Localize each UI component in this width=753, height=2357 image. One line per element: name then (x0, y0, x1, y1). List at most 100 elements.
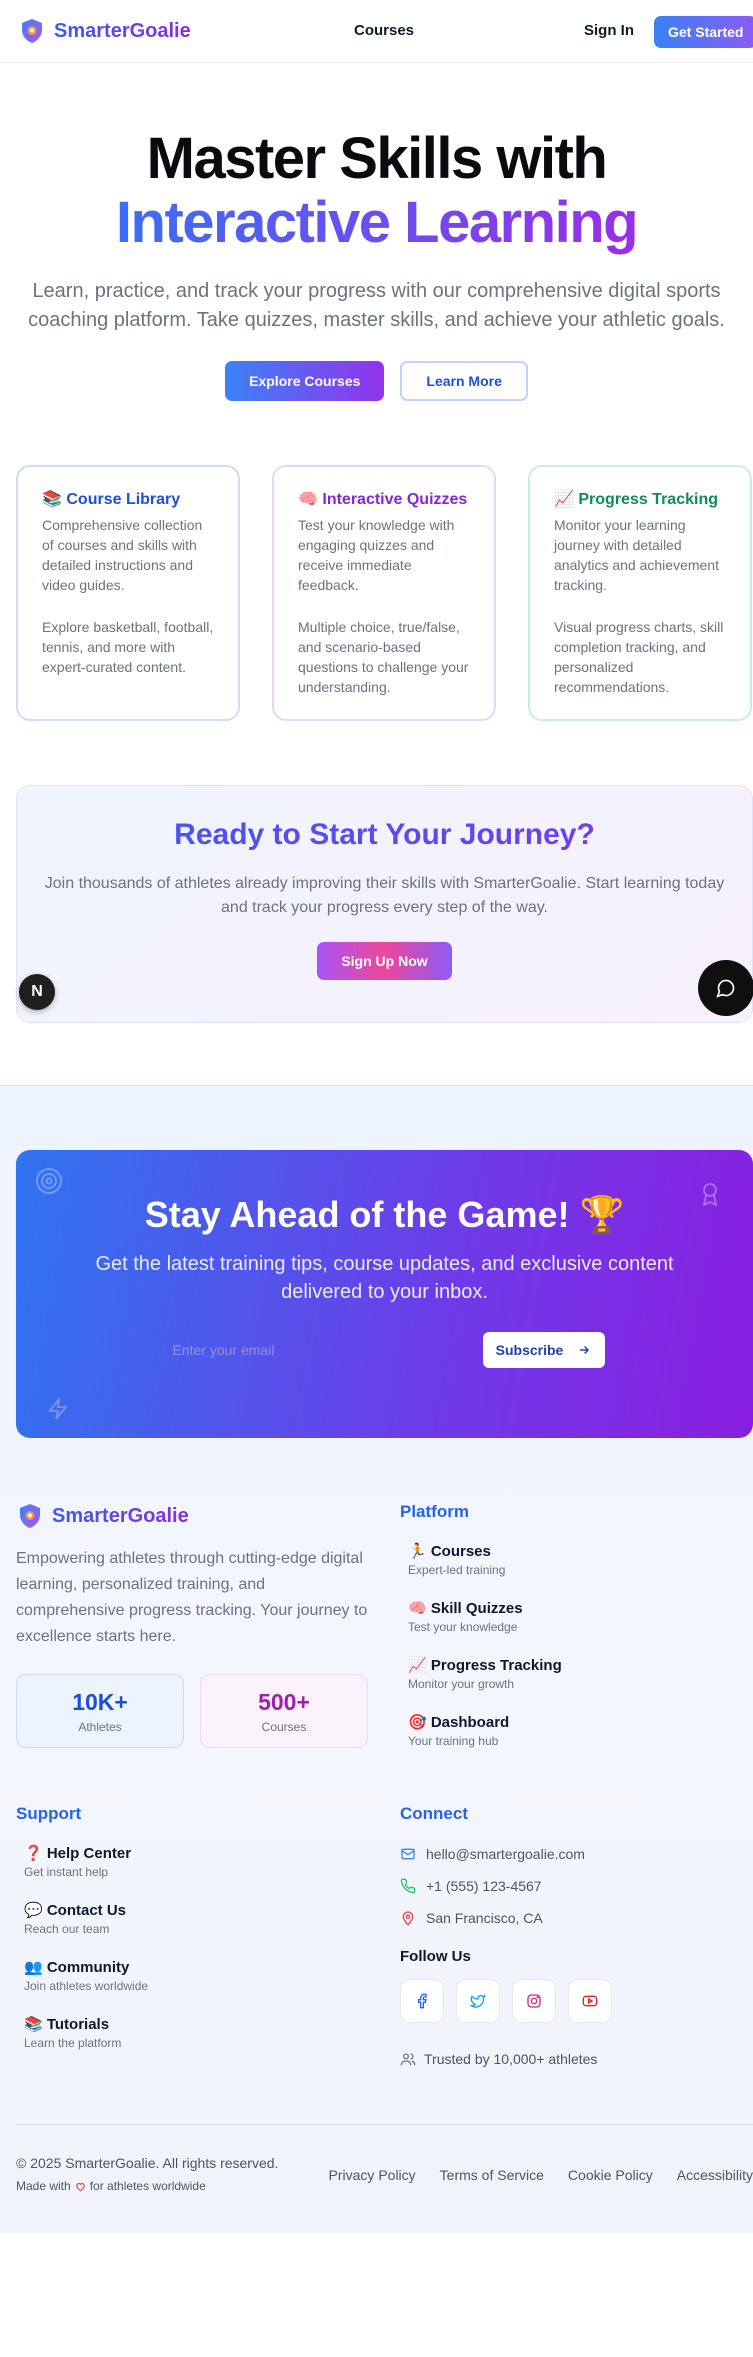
platform-title: Platform (400, 1502, 469, 1521)
phone-text: +1 (555) 123-4567 (426, 1878, 542, 1894)
subscribe-label: Subscribe (495, 1342, 564, 1358)
support-title: Support (16, 1804, 82, 1823)
newsletter-text: Get the latest training tips, course upd… (95, 1253, 674, 1303)
feature-text: Multiple choice, true/false, and scenari… (298, 619, 469, 695)
copyright-block: © 2025 SmarterGoalie. All rights reserve… (16, 2155, 278, 2193)
link-title: 💬 Contact Us (24, 1902, 127, 1919)
terms-of-service-link[interactable]: Terms of Service (440, 2167, 544, 2183)
facebook-link[interactable] (400, 1979, 444, 2023)
trusted-text: Trusted by 10,000+ athletes (424, 2051, 598, 2067)
cookie-policy-link[interactable]: Cookie Policy (568, 2167, 653, 2183)
follow-us-title: Follow Us (400, 1948, 471, 1965)
contact-email[interactable]: hello@smartergoalie.com (400, 1844, 753, 1864)
email-input[interactable] (164, 1332, 475, 1368)
footer-brand-column: SmarterGoalie Empowering athletes throug… (16, 1502, 400, 1770)
link-title: 🎯 Dashboard (408, 1714, 510, 1731)
subscribe-button[interactable]: Subscribe (482, 1332, 605, 1368)
learn-more-button[interactable]: Learn More (400, 361, 528, 401)
explore-courses-button[interactable]: Explore Courses (225, 361, 385, 401)
feature-text: Visual progress charts, skill completion… (554, 619, 724, 695)
footer-link-dashboard[interactable]: 🎯 Dashboard Your training hub (408, 1713, 753, 1748)
hero-title: Master Skills with Interactive Learning (0, 127, 753, 255)
sign-in-link[interactable]: Sign In (584, 22, 634, 39)
brand[interactable]: SmarterGoalie (18, 17, 191, 45)
connect-title: Connect (400, 1804, 468, 1823)
instagram-link[interactable] (512, 1979, 556, 2023)
link-title: 🏃 Courses (408, 1543, 491, 1560)
link-desc: Learn the platform (24, 2036, 122, 2050)
support-column: Support ❓ Help Center Get instant help 💬… (16, 1804, 400, 2072)
dev-badge[interactable]: N (19, 974, 55, 1010)
cta-text: Join thousands of athletes already impro… (44, 875, 725, 916)
footer-link-tutorials[interactable]: 📚 Tutorials Learn the platform (24, 2015, 400, 2050)
footer-description: Empowering athletes through cutting-edge… (16, 1550, 368, 1645)
twitter-icon (470, 1994, 486, 2008)
feature-text: Comprehensive collection of courses and … (42, 517, 203, 593)
stat-courses: 500+ Courses (200, 1674, 368, 1748)
feature-card-interactive-quizzes: 🧠 Interactive Quizzes Test your knowledg… (272, 465, 496, 721)
link-desc: Monitor your growth (408, 1677, 515, 1691)
footer-brand-name: SmarterGoalie (52, 1504, 189, 1527)
brand-name: SmarterGoalie (54, 19, 191, 42)
made-with-pre: Made with (16, 2179, 71, 2193)
footer-link-progress-tracking[interactable]: 📈 Progress Tracking Monitor your growth (408, 1656, 753, 1691)
footer-link-courses[interactable]: 🏃 Courses Expert-led training (408, 1542, 753, 1577)
legal-links: Privacy Policy Terms of Service Cookie P… (329, 2167, 753, 2183)
contact-location: San Francisco, CA (400, 1908, 753, 1928)
stat-label: Courses (261, 1720, 307, 1734)
twitter-link[interactable] (456, 1979, 500, 2023)
heart-icon (75, 2182, 85, 2191)
link-desc: Join athletes worldwide (24, 1979, 149, 1993)
feature-text: Explore basketball, football, tennis, an… (42, 619, 214, 675)
link-title: 👥 Community (24, 1959, 130, 1976)
chat-icon (716, 979, 735, 998)
newsletter-title: Stay Ahead of the Game! 🏆 (144, 1194, 625, 1235)
feature-card-course-library: 📚 Course Library Comprehensive collectio… (16, 465, 240, 721)
link-title: 📚 Tutorials (24, 2016, 110, 2033)
newsletter-form: Subscribe (16, 1332, 753, 1368)
stat-athletes: 10K+ Athletes (16, 1674, 184, 1748)
copyright: © 2025 SmarterGoalie. All rights reserve… (16, 2155, 279, 2171)
link-desc: Get instant help (24, 1865, 109, 1879)
newsletter: Stay Ahead of the Game! 🏆 Get the latest… (16, 1150, 753, 1438)
link-title: 🧠 Skill Quizzes (408, 1600, 523, 1617)
made-with-post: for athletes worldwide (89, 2179, 206, 2193)
footer-link-community[interactable]: 👥 Community Join athletes worldwide (24, 1958, 400, 1993)
link-desc: Your training hub (408, 1734, 499, 1748)
hero-subtitle: Learn, practice, and track your progress… (28, 280, 725, 331)
arrow-right-icon (580, 1345, 590, 1355)
get-started-button[interactable]: Get Started (654, 16, 753, 48)
contact-phone[interactable]: +1 (555) 123-4567 (400, 1876, 753, 1896)
youtube-icon (582, 1995, 598, 2007)
footer-brand[interactable]: SmarterGoalie (16, 1502, 400, 1530)
privacy-policy-link[interactable]: Privacy Policy (329, 2167, 416, 2183)
hero-title-line2: Interactive Learning (115, 190, 639, 255)
chat-button[interactable] (698, 960, 753, 1016)
trusted-by: Trusted by 10,000+ athletes (400, 2051, 753, 2067)
link-title: ❓ Help Center (24, 1845, 132, 1862)
lightning-icon (48, 1398, 68, 1420)
nav-courses-link[interactable]: Courses (354, 22, 414, 39)
link-desc: Expert-led training (408, 1563, 506, 1577)
accessibility-link[interactable]: Accessibility (677, 2167, 753, 2183)
feature-text: Test your knowledge with engaging quizze… (298, 517, 455, 593)
feature-title: 🧠 Interactive Quizzes (298, 491, 468, 508)
platform-column: Platform 🏃 Courses Expert-led training 🧠… (400, 1502, 753, 1770)
stat-label: Athletes (78, 1720, 122, 1734)
shield-logo-icon (22, 19, 42, 43)
mail-icon (401, 1848, 415, 1860)
contact-info: hello@smartergoalie.com +1 (555) 123-456… (400, 1844, 753, 1928)
footer-link-skill-quizzes[interactable]: 🧠 Skill Quizzes Test your knowledge (408, 1599, 753, 1634)
cta-title: Ready to Start Your Journey? (17, 818, 752, 852)
support-links: ❓ Help Center Get instant help 💬 Contact… (16, 1844, 400, 2050)
hero: Master Skills with Interactive Learning … (0, 63, 753, 401)
footer-link-help-center[interactable]: ❓ Help Center Get instant help (24, 1844, 400, 1879)
sign-up-now-button[interactable]: Sign Up Now (317, 942, 452, 980)
footer-link-contact-us[interactable]: 💬 Contact Us Reach our team (24, 1901, 400, 1936)
link-desc: Test your knowledge (408, 1620, 518, 1634)
youtube-link[interactable] (568, 1979, 612, 2023)
platform-links: 🏃 Courses Expert-led training 🧠 Skill Qu… (400, 1542, 753, 1748)
feature-title: 📚 Course Library (42, 491, 181, 508)
link-desc: Reach our team (24, 1922, 110, 1936)
award-icon (702, 1183, 718, 1206)
